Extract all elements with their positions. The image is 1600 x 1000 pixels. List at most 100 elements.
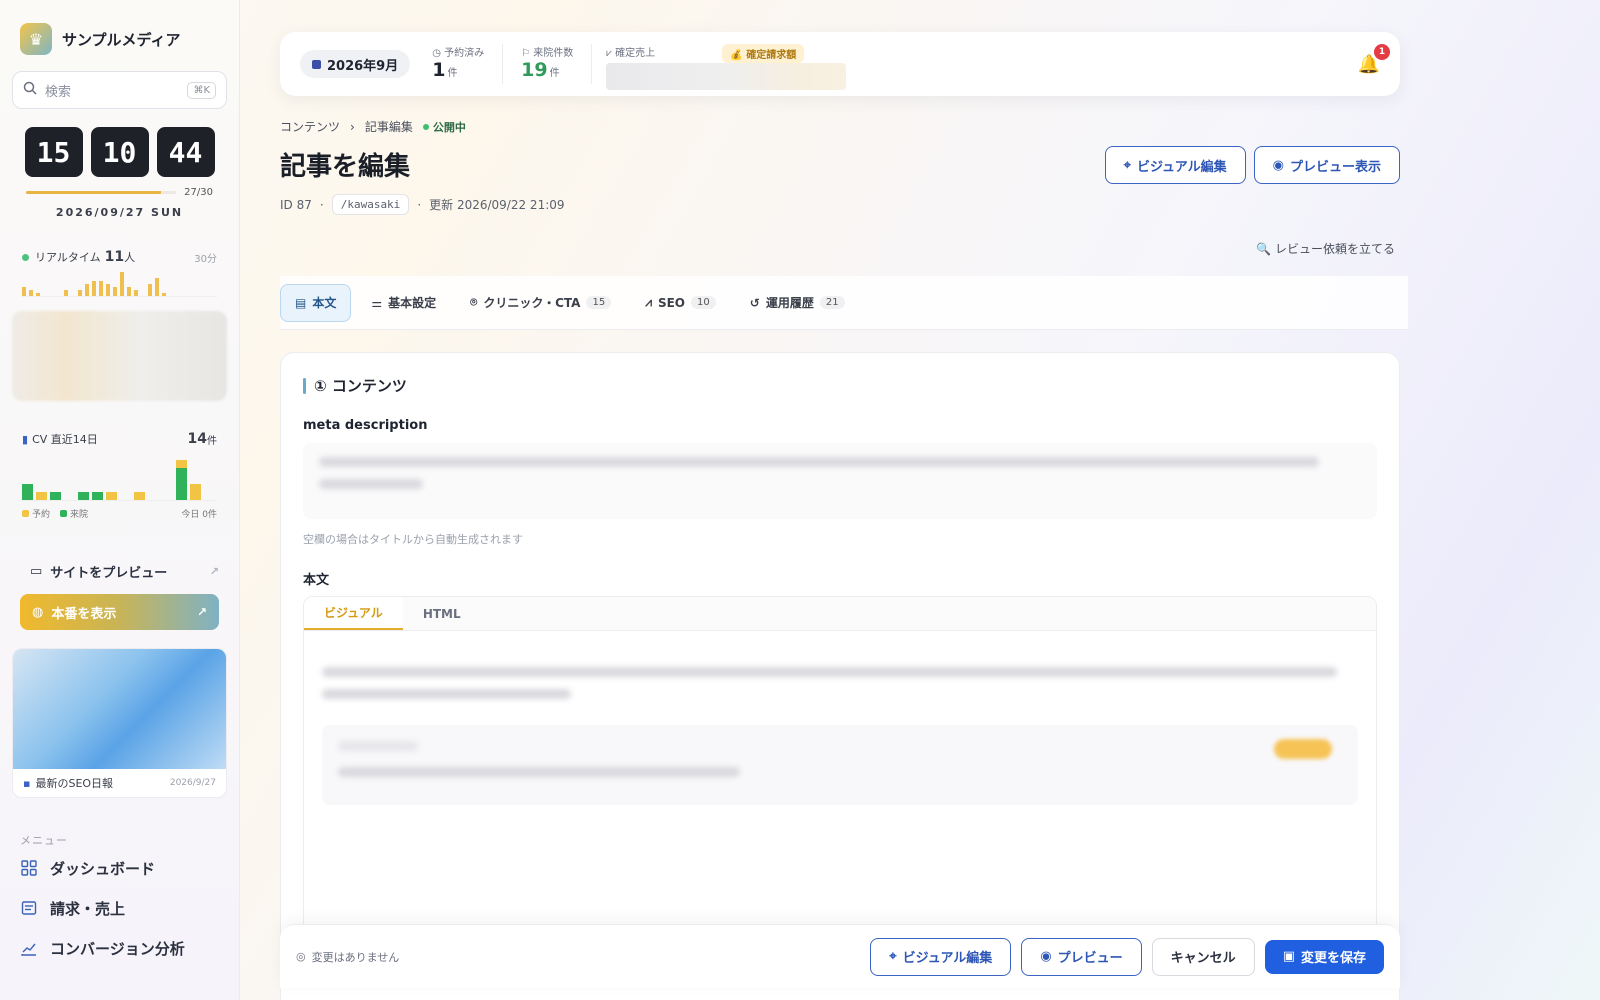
cv-day-bar: [134, 492, 145, 500]
tab-seo[interactable]: ⩘ SEO 10: [631, 284, 730, 322]
realtime-bar: [134, 290, 138, 296]
tab-basic-settings[interactable]: ⚌ 基本設定: [357, 284, 450, 322]
editor-body[interactable]: [304, 631, 1376, 805]
section-accent: [303, 377, 306, 394]
save-bar: ◎ 変更はありません ⌖ ビジュアル編集 ◉ プレビュー キャンセル ▣ 変更を…: [280, 924, 1400, 988]
search-placeholder: 検索: [45, 84, 72, 100]
kpi-visits-label: ⚐ 来院件数: [521, 47, 574, 59]
article-id: ID 87: [280, 197, 312, 212]
save-button[interactable]: ▣ 変更を保存: [1264, 939, 1384, 974]
tab-body[interactable]: ▤ 本文: [280, 283, 352, 322]
tab-history[interactable]: ↺ 運用履歴 21: [736, 284, 859, 322]
realtime-count: 11: [104, 249, 125, 265]
realtime-unit: 人: [124, 251, 136, 264]
cv-visit-segment: [50, 492, 61, 500]
visual-edit-button[interactable]: ⌖ ビジュアル編集: [1104, 146, 1246, 184]
cv-unit: 件: [207, 435, 217, 447]
realtime-bar: [127, 287, 131, 296]
sliders-icon: ⚌: [371, 295, 383, 310]
blurred-text-line: [338, 767, 740, 777]
document-icon: ▤: [295, 295, 307, 310]
meta-description-hint: 空欄の場合はタイトルから自動生成されます: [303, 533, 523, 546]
search-shortcut: ⌘K: [187, 81, 216, 99]
tab-clinic-cta[interactable]: ⌾ クリニック・CTA 15: [456, 284, 625, 322]
menu-label: メニュー: [20, 834, 68, 847]
section-title-text: ① コンテンツ: [314, 377, 407, 395]
review-request-link[interactable]: 🔍 レビュー依頼を立てる: [1256, 240, 1395, 257]
kpi-reserved-label: ◷ 予約済み: [432, 47, 485, 59]
cv-day-bar: [36, 492, 47, 500]
globe-icon: ◍: [32, 604, 44, 620]
realtime-bar: [106, 284, 110, 296]
separator: ·: [319, 197, 324, 212]
seo-news-card[interactable]: ▪ 最新のSEO日報 2026/9/27: [12, 648, 227, 798]
cv-today: 今日 0件: [181, 510, 217, 520]
cv-visit-segment: [78, 492, 89, 500]
search-icon: [23, 81, 37, 99]
menu-item-conversion[interactable]: コンバージョン分析: [20, 928, 219, 968]
realtime-bar: [148, 284, 152, 296]
editor-mode-tabs: ビジュアル HTML: [304, 597, 1376, 631]
realtime-bar: [36, 293, 40, 296]
cv-day-bar: [190, 484, 201, 500]
floppy-icon: ▣: [1282, 949, 1295, 964]
news-date: 2026/9/27: [169, 778, 216, 788]
news-icon: ▪: [23, 776, 31, 790]
external-link-icon: ↗: [209, 564, 219, 578]
cv-legend: 予約 来院 今日 0件: [22, 507, 217, 520]
cv-reserve-segment: [36, 492, 47, 500]
header-actions: ⌖ ビジュアル編集 ◉ プレビュー表示: [1104, 146, 1400, 184]
menu-item-billing[interactable]: 請求・売上: [20, 888, 219, 928]
calendar-icon: [312, 59, 321, 69]
sidebar: ♛ サンプルメディア 検索 ⌘K 15 10 44 27/30 2026/09/…: [0, 0, 240, 1000]
clock-minutes: 10: [90, 127, 149, 177]
clock-seconds: 44: [156, 127, 215, 177]
breadcrumb-root[interactable]: コンテンツ: [280, 118, 340, 135]
editor-tab-html[interactable]: HTML: [403, 597, 481, 630]
kpi-topbar: 2026年9月 ◷ 予約済み 1件 ⚐ 来院件数 19 件 ⩗ 確定売上 💰 確定…: [280, 32, 1400, 96]
article-updated: 更新 2026/09/22 21:09: [429, 198, 565, 212]
cv-visit-segment: [92, 492, 103, 500]
month-selector[interactable]: 2026年9月: [300, 50, 411, 78]
chart-icon: [20, 939, 38, 957]
live-dot-icon: [22, 253, 29, 261]
cursor-click-icon: ⌖: [1123, 157, 1131, 173]
editor-tab-visual[interactable]: ビジュアル: [304, 597, 403, 630]
search-input[interactable]: 検索 ⌘K: [12, 71, 227, 109]
menu-item-dashboard[interactable]: ダッシュボード: [20, 848, 219, 888]
site-preview-link[interactable]: ▭ サイトをプレビュー ↗: [20, 558, 219, 584]
cv-total: 14: [187, 431, 207, 447]
realtime-bar: [29, 290, 33, 296]
kpi-visits: ⚐ 来院件数 19 件: [503, 44, 593, 84]
news-label: 最新のSEO日報: [35, 777, 114, 790]
kpi-reserved-value: 1件: [432, 58, 458, 81]
cancel-button[interactable]: キャンセル: [1151, 937, 1255, 976]
section-title: ① コンテンツ: [303, 375, 1377, 396]
production-button[interactable]: ◍ 本番を表示 ↗: [20, 594, 219, 630]
production-label: 本番を表示: [51, 606, 117, 622]
trend-icon: ⩘: [645, 295, 652, 309]
meta-description-field[interactable]: [303, 443, 1377, 519]
notification-bell[interactable]: 🔔 1: [1358, 43, 1390, 75]
monitor-icon: ▭: [30, 563, 43, 579]
breadcrumb-current: 記事編集: [364, 120, 413, 134]
cv-reserve-segment: [176, 460, 187, 468]
brand[interactable]: ♛ サンプルメディア: [12, 19, 227, 59]
preview-display-button[interactable]: ◉ プレビュー表示: [1253, 146, 1400, 184]
save-bar-visual-edit-button[interactable]: ⌖ ビジュアル編集: [870, 937, 1012, 976]
save-bar-preview-label: プレビュー: [1057, 951, 1123, 966]
blurred-widget: [12, 311, 227, 401]
separator: ·: [417, 197, 422, 212]
cv-visit-segment: [22, 484, 33, 500]
save-bar-preview-button[interactable]: ◉ プレビュー: [1021, 937, 1142, 976]
realtime-label: リアルタイム: [35, 251, 101, 264]
realtime-bar: [113, 287, 117, 296]
blurred-cta-pill: [1274, 739, 1332, 759]
status-dot-icon: [422, 123, 429, 130]
notification-count: 1: [1374, 43, 1390, 60]
menu-label-conversion: コンバージョン分析: [50, 939, 185, 958]
cv-day-bar: [78, 492, 89, 500]
tab-seo-count: 10: [691, 296, 716, 309]
realtime-bar: [85, 284, 89, 296]
realtime-bar: [120, 272, 124, 296]
